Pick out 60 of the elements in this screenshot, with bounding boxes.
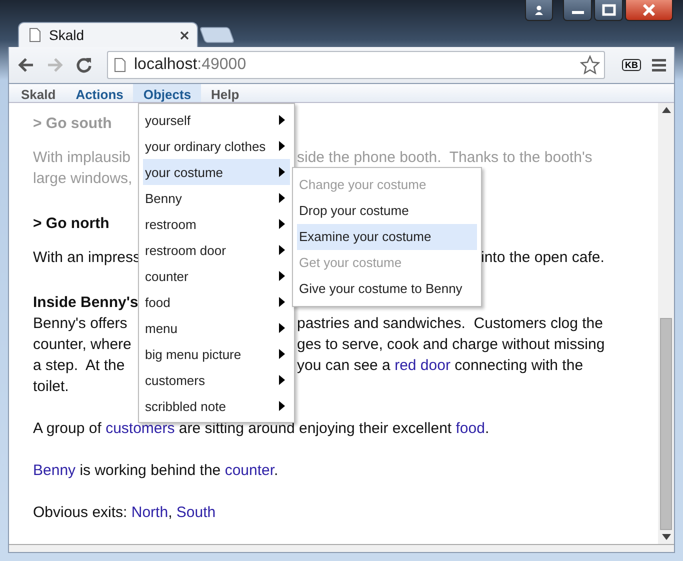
story-text: into the open cafe.: [481, 248, 604, 268]
story-text: With implausib: [33, 148, 132, 168]
story-text: pastries and sandwiches. Customers clog the: [297, 314, 603, 334]
menu-item[interactable]: yourself: [143, 107, 290, 133]
story-text: Benny's offers: [33, 314, 128, 334]
address-bar[interactable]: localhost:49000: [107, 51, 605, 79]
user-icon[interactable]: [525, 0, 553, 21]
story-text: toilet.: [33, 377, 69, 397]
story-text: large windows,: [33, 169, 132, 189]
menu-item[interactable]: Benny: [143, 185, 290, 211]
scrollbar[interactable]: [658, 103, 674, 544]
command-echo: > Go south: [33, 114, 112, 134]
menu-item[interactable]: counter: [143, 263, 290, 289]
menu-bar-item[interactable]: Objects: [133, 84, 202, 102]
menu-item[interactable]: Give your costume to Benny: [297, 276, 477, 302]
reload-icon[interactable]: [75, 56, 93, 74]
menu-bar-item[interactable]: Skald: [11, 84, 66, 102]
story-text: counter, where: [33, 335, 132, 355]
menu-bar-item[interactable]: Help: [201, 84, 250, 102]
menu-icon[interactable]: [652, 58, 666, 72]
close-icon[interactable]: [180, 30, 189, 40]
menu-item[interactable]: your costume: [143, 159, 290, 185]
scroll-down-icon[interactable]: [662, 534, 670, 540]
story-text: ges to serve, cook and charge without missing: [297, 335, 605, 355]
story-text: Obvious exits: North, South: [33, 503, 216, 523]
close-icon: [642, 4, 656, 16]
maximize-button[interactable]: [594, 0, 623, 21]
new-tab-button[interactable]: [199, 27, 235, 43]
story-text: you can see a red door connecting with the: [297, 356, 584, 376]
menu-item[interactable]: scribbled note: [143, 393, 290, 419]
story-text: Inside Benny's: [33, 293, 138, 313]
maximize-icon: [602, 4, 616, 16]
minimize-button[interactable]: [563, 0, 592, 21]
page-icon: [114, 58, 126, 72]
browser-tab[interactable]: Skald: [18, 22, 198, 47]
menu-item[interactable]: customers: [143, 367, 290, 393]
menu-bar-item[interactable]: Actions: [66, 84, 134, 102]
menu-item[interactable]: restroom door: [143, 237, 290, 263]
menu-item[interactable]: Drop your costume: [297, 198, 477, 224]
story-text: side the phone booth. Thanks to the booth's: [297, 148, 592, 168]
menu-item[interactable]: Examine your costume: [297, 224, 477, 250]
page-icon: [29, 28, 41, 42]
menu-item[interactable]: your ordinary clothes: [143, 133, 290, 159]
story-text: A group of customers are sitting around enjoying their excellent food.: [33, 419, 490, 439]
story-text: With an impress: [33, 248, 138, 268]
menu-item[interactable]: food: [143, 289, 290, 315]
star-icon[interactable]: [580, 55, 600, 75]
menu-item[interactable]: big menu picture: [143, 341, 290, 367]
command-echo: > Go north: [33, 214, 110, 234]
tab-title: Skald: [49, 27, 86, 43]
extension-button[interactable]: KB: [622, 59, 641, 71]
story-text: a step. At the: [33, 356, 126, 376]
menu-item[interactable]: menu: [143, 315, 290, 341]
close-button[interactable]: [625, 0, 673, 21]
scrollbar-thumb[interactable]: [660, 318, 672, 530]
menu-item[interactable]: restroom: [143, 211, 290, 237]
url-text: localhost:49000: [134, 56, 248, 74]
back-icon[interactable]: [17, 57, 35, 73]
story-text: Benny is working behind the counter.: [33, 461, 278, 481]
scroll-up-icon[interactable]: [662, 107, 670, 113]
